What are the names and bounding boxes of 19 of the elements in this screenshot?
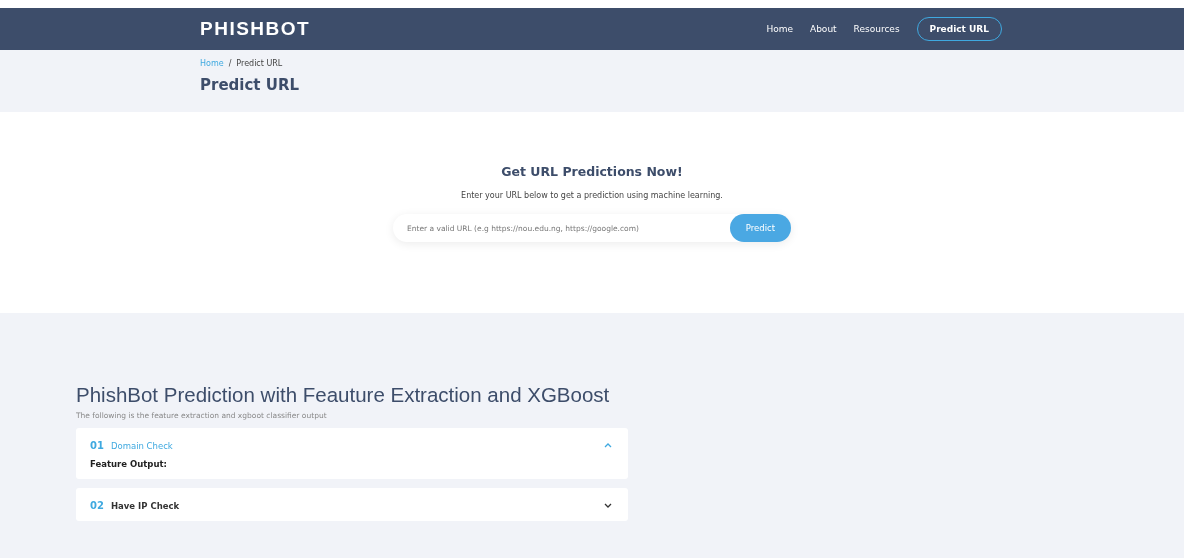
breadcrumb-separator: / [228,59,232,68]
page-title: Predict URL [200,76,301,94]
accordion-item[interactable]: 01 Domain Check Feature Output: [76,428,628,479]
section-heading: Get URL Predictions Now! [501,164,683,179]
nav-link[interactable]: Resources [853,24,900,34]
breadcrumb-current: Predict URL [236,59,283,68]
section-subtitle: Enter your URL below to get a prediction using machine learning. [461,191,723,200]
brand-logo[interactable]: PHISHBOT [200,18,311,40]
item-number: 02 [90,500,104,511]
feature-output-label: Feature Output: [90,459,168,469]
chevron-down-icon[interactable] [604,503,612,508]
item-title: Domain Check [110,440,174,451]
nav-link[interactable]: About [810,24,837,34]
nav-link[interactable]: Home [766,24,793,34]
results-title: PhishBot Prediction with Feauture Extraction and XGBoost [76,383,611,407]
item-number: 01 [90,440,104,451]
accordion-item[interactable]: 02 Have IP Check [76,488,628,521]
chevron-up-icon[interactable] [604,443,612,448]
item-title: Have IP Check [110,500,181,511]
